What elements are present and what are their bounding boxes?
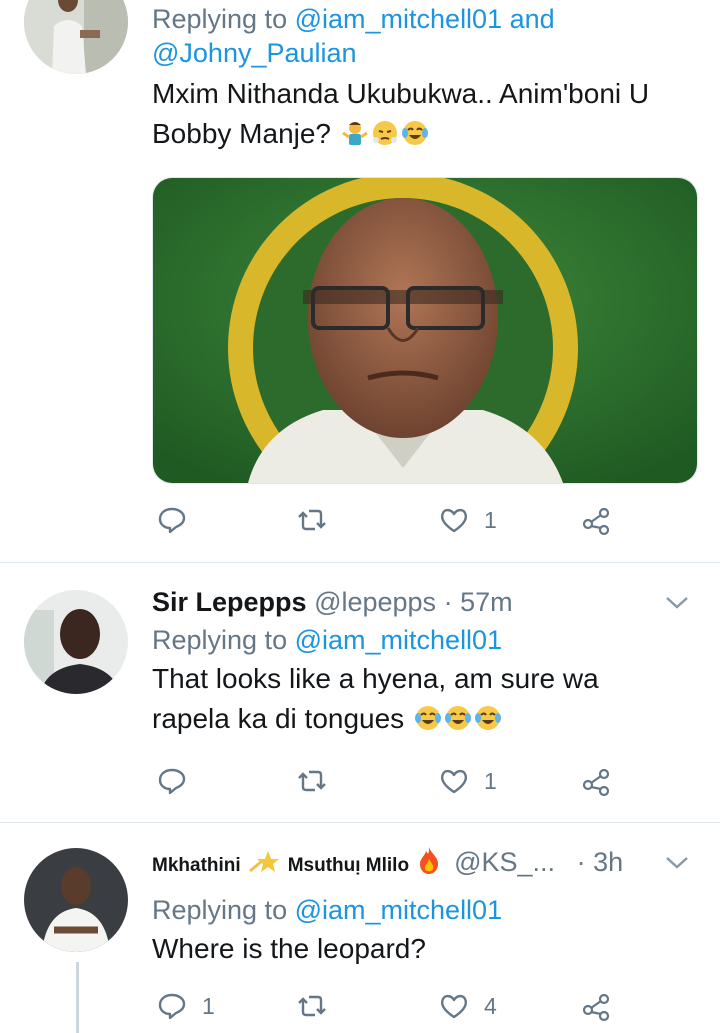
timestamp[interactable]: 57m: [460, 587, 513, 617]
display-name[interactable]: Sir Lepepps: [152, 587, 307, 617]
tweet-header: Mkhathini Msuthuı̣ Mlilo @KS_... · 3h: [152, 845, 700, 883]
tweet-actions: 1: [152, 761, 632, 801]
share-icon: [582, 993, 610, 1022]
tweet-body: Sir Lepepps @lepepps · 57m Replying to @…: [152, 585, 700, 739]
face-with-steam-emoji: [372, 121, 397, 145]
tweet-text-line: Bobby Manje?: [152, 118, 332, 149]
person-shrugging-emoji: [341, 122, 368, 145]
like-count: 1: [484, 767, 497, 794]
tears-of-joy-emoji: [414, 706, 441, 730]
tweet-actions: 1: [152, 500, 632, 540]
handle[interactable]: @lepepps: [314, 587, 436, 617]
tweet-header: Sir Lepepps @lepepps · 57m: [152, 585, 700, 619]
reply-icon: [158, 507, 186, 534]
tweet-text: Mxim Nithanda Ukubukwa.. Anim'boni U Bob…: [152, 74, 700, 154]
avatar[interactable]: [24, 848, 128, 952]
heart-icon: [440, 994, 468, 1019]
share-icon: [582, 768, 610, 797]
replying-prefix: Replying to: [152, 4, 288, 34]
mention-link[interactable]: @Johny_Paulian: [152, 38, 357, 68]
replying-prefix: Replying to: [152, 895, 288, 925]
tears-of-joy-emoji: [474, 706, 501, 730]
replying-prefix: Replying to: [152, 625, 288, 655]
reply-icon: [158, 768, 186, 795]
share-button[interactable]: [580, 500, 612, 540]
like-button[interactable]: 1: [438, 761, 497, 801]
shooting-star-icon: [249, 851, 280, 873]
mention-link[interactable]: @iam_mitchell01: [295, 625, 502, 655]
avatar[interactable]: [24, 0, 128, 74]
like-count: 1: [484, 506, 497, 533]
fire-icon: [419, 847, 438, 874]
mention-link[interactable]: @iam_mitchell01: [295, 4, 502, 34]
replying-to: Replying to @iam_mitchell01: [152, 623, 700, 657]
timestamp[interactable]: 3h: [593, 847, 623, 877]
tweet-2[interactable]: Sir Lepepps @lepepps · 57m Replying to @…: [0, 563, 720, 821]
thread-line: [76, 962, 79, 1033]
tweet-photo[interactable]: [152, 177, 698, 484]
and-text: and: [509, 4, 555, 34]
replying-to: Replying to @iam_mitchell01: [152, 893, 700, 927]
tears-of-joy-emoji: [401, 121, 428, 145]
retweet-icon: [298, 995, 326, 1017]
display-name-suffix[interactable]: Msuthuı̣ Mlilo: [288, 855, 409, 876]
tweet-text-line: That looks like a hyena, am sure wa: [152, 663, 599, 694]
reply-button[interactable]: 1: [156, 986, 215, 1026]
separator: ·: [576, 847, 586, 877]
mention-link[interactable]: @iam_mitchell01: [295, 895, 502, 925]
share-button[interactable]: [580, 761, 612, 801]
tweet-text-line: Where is the leopard?: [152, 933, 426, 964]
tweet-actions: 1 4: [152, 986, 632, 1026]
retweet-button[interactable]: [296, 500, 342, 540]
retweet-icon: [298, 770, 326, 792]
like-button[interactable]: 1: [438, 500, 497, 540]
tweet-1[interactable]: Replying to @iam_mitchell01 and @Johny_P…: [0, 0, 720, 562]
retweet-icon: [298, 509, 326, 531]
chevron-down-icon[interactable]: [662, 847, 692, 877]
separator: ·: [443, 587, 453, 617]
tweet-text: That looks like a hyena, am sure wa rape…: [152, 659, 700, 739]
tweet-text: Where is the leopard?: [152, 929, 700, 969]
avatar[interactable]: [24, 590, 128, 694]
reply-icon: [158, 993, 186, 1020]
like-button[interactable]: 4: [438, 986, 497, 1026]
tweet-text-line: Mxim Nithanda Ukubukwa.. Anim'boni U: [152, 78, 650, 109]
heart-icon: [440, 769, 468, 794]
reply-button[interactable]: [156, 761, 202, 801]
display-name[interactable]: Mkhathini: [152, 855, 241, 876]
handle[interactable]: @KS_...: [454, 847, 555, 877]
tears-of-joy-emoji: [444, 706, 471, 730]
tweet-text-line: rapela ka di tongues: [152, 703, 405, 734]
heart-icon: [440, 508, 468, 533]
replying-to: Replying to @iam_mitchell01 and @Johny_P…: [152, 2, 700, 70]
chevron-down-icon[interactable]: [662, 587, 692, 617]
tweet-body: Replying to @iam_mitchell01 and @Johny_P…: [152, 2, 700, 154]
share-button[interactable]: [580, 986, 612, 1026]
retweet-button[interactable]: [296, 986, 342, 1026]
tweet-3[interactable]: Mkhathini Msuthuı̣ Mlilo @KS_... · 3h Re…: [0, 823, 720, 1033]
reply-count: 1: [202, 992, 215, 1019]
tweet-body: Mkhathini Msuthuı̣ Mlilo @KS_... · 3h Re…: [152, 845, 700, 969]
reply-button[interactable]: [156, 500, 202, 540]
retweet-button[interactable]: [296, 761, 342, 801]
like-count: 4: [484, 992, 497, 1019]
share-icon: [582, 507, 610, 536]
